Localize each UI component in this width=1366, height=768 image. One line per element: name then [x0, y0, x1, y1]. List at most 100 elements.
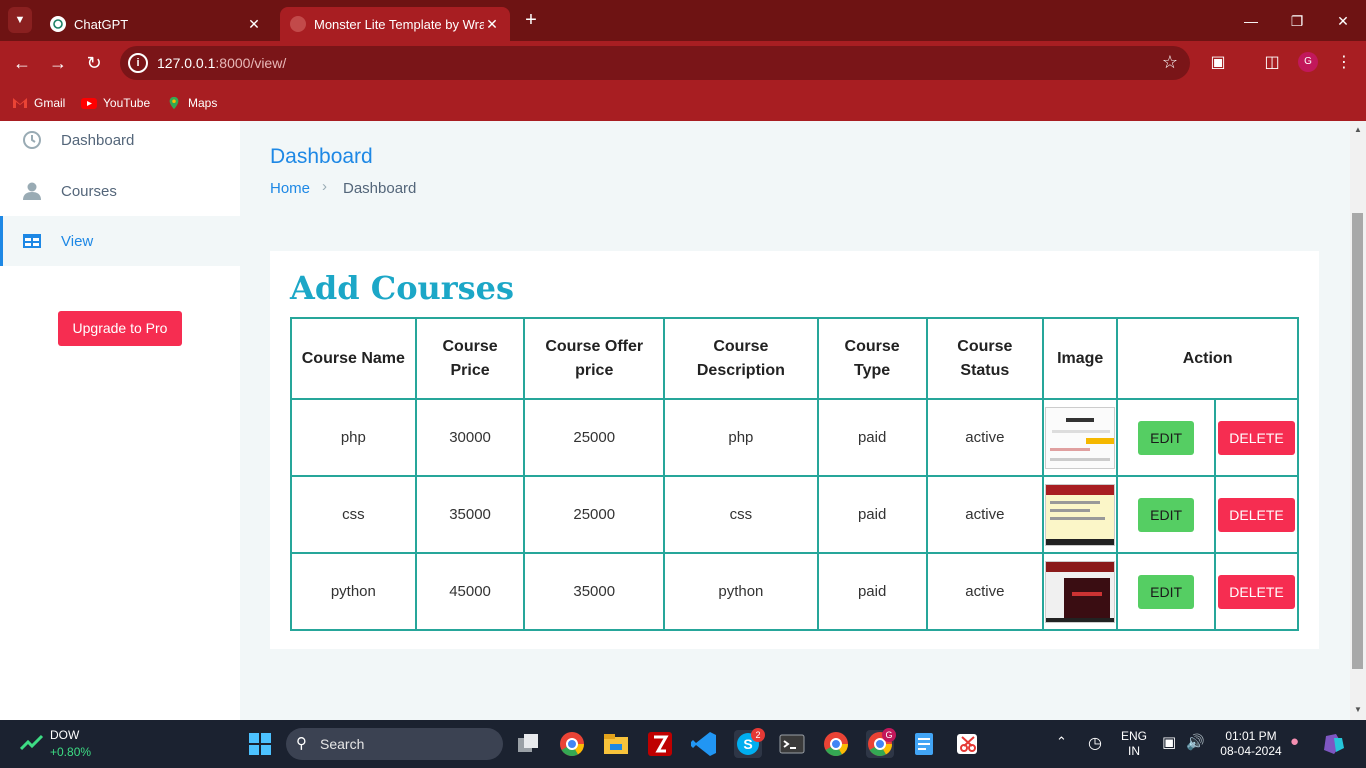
- date-text: 08-04-2024: [1220, 744, 1282, 758]
- scroll-up-icon[interactable]: ▲: [1353, 125, 1363, 134]
- filezilla-icon[interactable]: [646, 730, 674, 758]
- course-offer-cell: 35000: [523, 552, 666, 631]
- column-header: Course Description: [663, 317, 819, 400]
- extensions-icon[interactable]: ▣: [1206, 51, 1230, 75]
- windows-start-icon[interactable]: [246, 730, 274, 758]
- bookmark-label: Maps: [188, 96, 218, 110]
- vscode-icon[interactable]: [690, 730, 718, 758]
- scroll-down-icon[interactable]: ▼: [1353, 705, 1363, 714]
- edit-button[interactable]: EDIT: [1138, 497, 1195, 532]
- time-text: 01:01 PM: [1225, 729, 1277, 743]
- minimize-button[interactable]: —: [1228, 8, 1274, 34]
- table-row: php 30000 25000 php paid active EDIT DEL…: [290, 398, 1300, 477]
- breadcrumb-current: Dashboard: [343, 180, 417, 197]
- course-thumbnail: [1045, 560, 1116, 623]
- search-icon: ⚲: [296, 735, 307, 752]
- course-price-cell: 30000: [414, 398, 526, 477]
- chevron-up-icon[interactable]: ⌃: [1056, 734, 1067, 750]
- bookmark-star-icon[interactable]: ☆: [1162, 52, 1178, 73]
- course-name-cell: css: [290, 475, 417, 554]
- profile-avatar[interactable]: G: [1298, 52, 1318, 72]
- delete-button[interactable]: DELETE: [1217, 574, 1295, 609]
- site-info-icon[interactable]: i: [128, 53, 148, 73]
- notepad-icon[interactable]: [910, 730, 938, 758]
- tab-monster-lite[interactable]: Monster Lite Template by Wrap ✕: [280, 7, 510, 41]
- chrome-profile-icon[interactable]: [822, 730, 850, 758]
- delete-cell: DELETE: [1213, 398, 1300, 477]
- gmail-icon: [13, 98, 27, 108]
- course-image-cell: [1042, 552, 1119, 631]
- edit-button[interactable]: EDIT: [1138, 420, 1195, 455]
- course-offer-cell: 25000: [523, 398, 666, 477]
- course-status-cell: active: [925, 475, 1045, 554]
- course-status-cell: active: [925, 552, 1045, 631]
- close-tab-icon[interactable]: ✕: [484, 16, 500, 33]
- copilot-icon[interactable]: [1320, 730, 1348, 758]
- card-title: Add Courses: [290, 269, 515, 307]
- course-price-cell: 35000: [414, 475, 526, 554]
- course-thumbnail: [1045, 406, 1116, 469]
- chrome-icon[interactable]: [558, 730, 586, 758]
- table-header-row: Course Name Course Price Course Offer pr…: [290, 317, 1299, 400]
- restore-button[interactable]: ❐: [1274, 8, 1320, 34]
- chevron-down-icon: ▼: [14, 14, 26, 26]
- url-text[interactable]: 127.0.0.1:8000/view/: [157, 55, 286, 71]
- close-tab-icon[interactable]: ✕: [246, 16, 262, 33]
- course-image-cell: [1042, 398, 1119, 477]
- tab-title: ChatGPT: [74, 16, 129, 32]
- course-description-cell: python: [663, 552, 819, 631]
- youtube-icon: [81, 98, 97, 109]
- bookmark-maps[interactable]: Maps: [166, 93, 217, 113]
- column-header: Course Status: [925, 317, 1045, 400]
- sidebar: Dashboard Courses View Upgrade to Pro: [0, 121, 240, 720]
- column-header: Action: [1116, 317, 1299, 400]
- sidebar-item-courses[interactable]: Courses: [0, 166, 240, 216]
- course-name-cell: python: [290, 552, 417, 631]
- language-indicator[interactable]: ENG IN: [1118, 729, 1150, 759]
- clock-icon: [23, 131, 41, 149]
- reload-button[interactable]: ↻: [80, 49, 108, 77]
- sidebar-item-view[interactable]: View: [0, 216, 240, 266]
- language-code: ENG: [1120, 729, 1147, 743]
- clock[interactable]: 01:01 PM 08-04-2024: [1218, 729, 1284, 759]
- upgrade-to-pro-button[interactable]: Upgrade to Pro: [58, 311, 182, 346]
- bookmark-youtube[interactable]: YouTube: [81, 93, 150, 113]
- volume-icon[interactable]: 🔊: [1186, 733, 1205, 751]
- course-description-cell: css: [663, 475, 819, 554]
- menu-icon[interactable]: ⋮: [1332, 51, 1356, 75]
- course-name-cell: php: [290, 398, 417, 477]
- bookmark-gmail[interactable]: Gmail: [12, 93, 65, 113]
- delete-button[interactable]: DELETE: [1217, 420, 1295, 455]
- close-window-button[interactable]: ✕: [1320, 8, 1366, 34]
- file-explorer-icon[interactable]: [602, 730, 630, 758]
- column-header: Course Type: [816, 317, 928, 400]
- course-type-cell: paid: [816, 398, 928, 477]
- sidebar-item-dashboard[interactable]: Dashboard: [0, 115, 240, 165]
- snipping-tool-icon[interactable]: [954, 730, 982, 758]
- bookmark-label: YouTube: [103, 96, 151, 110]
- edit-cell: EDIT: [1116, 475, 1216, 554]
- task-view-icon[interactable]: [514, 730, 542, 758]
- table-row: css 35000 25000 css paid active EDIT DEL…: [290, 475, 1300, 554]
- page-scrollbar[interactable]: ▲ ▼: [1350, 121, 1366, 720]
- delete-button[interactable]: DELETE: [1217, 497, 1295, 532]
- terminal-icon[interactable]: [778, 730, 806, 758]
- taskbar-search[interactable]: ⚲ Search: [286, 728, 503, 760]
- network-icon[interactable]: ▣: [1162, 733, 1176, 751]
- delete-cell: DELETE: [1213, 552, 1300, 631]
- back-button[interactable]: ←: [8, 49, 36, 77]
- scrollbar-thumb[interactable]: [1352, 213, 1363, 669]
- tab-chatgpt[interactable]: ChatGPT ✕: [40, 7, 272, 41]
- forward-button[interactable]: →: [44, 49, 72, 77]
- new-tab-button[interactable]: +: [518, 8, 544, 34]
- stock-chart-icon: [20, 734, 44, 751]
- breadcrumb-home[interactable]: Home: [270, 180, 310, 197]
- clock-sync-icon[interactable]: ◷: [1088, 733, 1102, 753]
- tab-search-button[interactable]: ▼: [8, 7, 32, 33]
- course-image-cell: [1042, 475, 1119, 554]
- notification-bell-icon[interactable]: ●: [1290, 733, 1299, 750]
- edit-button[interactable]: EDIT: [1138, 574, 1195, 609]
- delete-cell: DELETE: [1213, 475, 1300, 554]
- side-panel-icon[interactable]: ◫: [1260, 51, 1284, 75]
- address-bar[interactable]: i 127.0.0.1:8000/view/ ☆: [120, 46, 1190, 80]
